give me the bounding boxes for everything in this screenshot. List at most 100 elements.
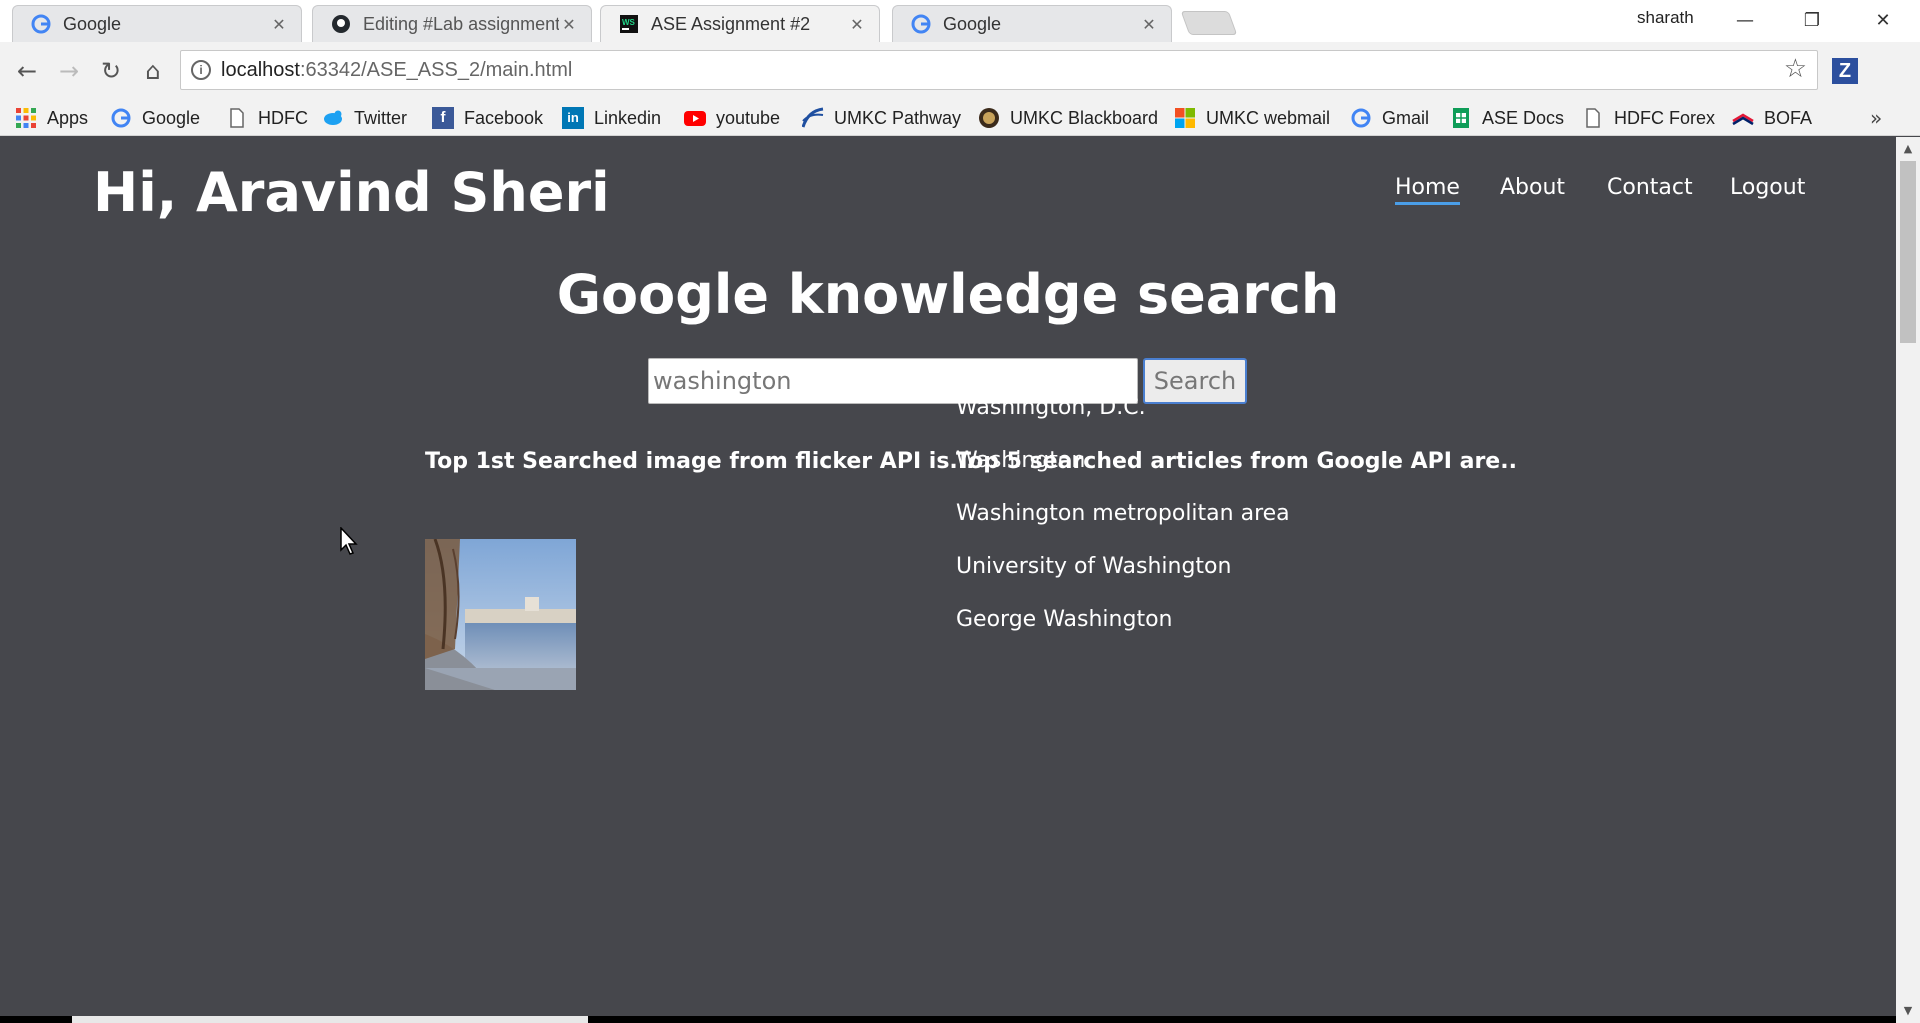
nav-logout[interactable]: Logout — [1730, 175, 1805, 200]
tab-title: Google — [63, 13, 122, 34]
url-path: :63342/ASE_ASS_2/main.html — [299, 59, 573, 81]
bookmarks-bar: Apps Google HDFC Twitter f Facebook in L… — [0, 100, 1920, 136]
bookmark-label: HDFC Forex — [1614, 107, 1716, 128]
bookmark-label: Twitter — [354, 107, 408, 128]
bookmark-umkc-pathway[interactable]: UMKC Pathway — [802, 100, 961, 136]
more-bookmarks-icon[interactable]: » — [1870, 106, 1882, 130]
bookmark-hdfc-forex[interactable]: HDFC Forex — [1582, 100, 1715, 136]
article-item[interactable]: Washington metropolitan area — [956, 501, 1290, 526]
google-icon — [31, 14, 51, 34]
tab-github-editing[interactable]: Editing #Lab assignment ✕ — [312, 5, 592, 42]
bofa-icon — [1732, 113, 1754, 126]
bookmark-label: ASE Docs — [1482, 107, 1565, 128]
forward-arrow-icon[interactable]: → — [52, 54, 86, 88]
page-icon — [1586, 108, 1600, 128]
bookmark-facebook[interactable]: f Facebook — [432, 100, 543, 136]
tab-title: ASE Assignment #2 — [651, 13, 811, 34]
article-item[interactable]: George Washington — [956, 607, 1172, 632]
page-icon — [230, 108, 244, 128]
bottom-bar — [0, 1016, 1896, 1023]
webstorm-icon: WS — [620, 15, 638, 33]
bookmark-label: UMKC webmail — [1206, 107, 1331, 128]
restore-icon[interactable]: ❐ — [1787, 6, 1837, 36]
bookmark-bofa[interactable]: BOFA — [1732, 100, 1812, 136]
article-item[interactable]: Washington — [956, 448, 1085, 473]
sheets-icon — [1453, 108, 1469, 128]
google-icon — [911, 14, 931, 34]
page-heading: Google knowledge search — [556, 263, 1340, 326]
bookmark-label: Linkedin — [594, 107, 662, 128]
bookmark-label: youtube — [716, 107, 781, 128]
close-icon[interactable]: ✕ — [847, 15, 867, 34]
page-content: Hi, Aravind Sheri Home About Contact Log… — [0, 137, 1896, 1023]
browser-tab-strip: Google ✕ Editing #Lab assignment ✕ WS AS… — [0, 0, 1920, 42]
bookmark-ase-docs[interactable]: ASE Docs — [1450, 100, 1564, 136]
linkedin-icon: in — [562, 107, 584, 129]
bookmark-label: Gmail — [1382, 107, 1430, 128]
bookmark-label: BOFA — [1764, 107, 1813, 128]
tab-title: Google — [943, 13, 1002, 34]
article-item[interactable]: University of Washington — [956, 554, 1231, 579]
close-icon[interactable]: ✕ — [269, 15, 289, 34]
bookmark-label: HDFC — [258, 107, 308, 128]
article-item[interactable]: Washington, D.C. — [956, 395, 1146, 420]
bookmark-star-icon[interactable]: ☆ — [1784, 54, 1807, 84]
greeting-title: Hi, Aravind Sheri — [93, 161, 610, 224]
bookmark-google[interactable]: Google — [110, 100, 200, 136]
youtube-icon — [684, 111, 706, 126]
bookmark-gmail[interactable]: Gmail — [1350, 100, 1429, 136]
facebook-icon: f — [432, 107, 454, 129]
tab-google-2[interactable]: Google ✕ — [892, 5, 1172, 42]
bookmark-label: Google — [142, 107, 201, 128]
reload-icon[interactable]: ↻ — [94, 54, 128, 88]
info-icon[interactable]: i — [191, 60, 211, 80]
url-host: localhost — [221, 59, 300, 81]
vertical-scrollbar[interactable]: ▲ ▼ — [1896, 137, 1920, 1023]
back-arrow-icon[interactable]: ← — [10, 54, 44, 88]
svg-text:WS: WS — [622, 18, 636, 27]
browser-toolbar: ← → ↻ ⌂ i localhost:63342/ASE_ASS_2/main… — [0, 42, 1920, 100]
nav-home[interactable]: Home — [1395, 175, 1460, 205]
tab-title: Editing #Lab assignment — [363, 13, 559, 34]
google-icon — [1351, 108, 1371, 128]
image-column-title: Top 1st Searched image from flicker API … — [425, 449, 975, 474]
bookmark-label: UMKC Pathway — [834, 107, 962, 128]
microsoft-icon — [1175, 108, 1195, 128]
mouse-cursor-icon — [340, 527, 358, 555]
bookmark-hdfc[interactable]: HDFC — [226, 100, 308, 136]
tab-ase-assignment[interactable]: WS ASE Assignment #2 ✕ — [600, 5, 880, 42]
bookmark-youtube[interactable]: youtube — [684, 100, 780, 136]
bookmark-apps[interactable]: Apps — [15, 100, 88, 136]
tab-google-1[interactable]: Google ✕ — [12, 5, 302, 42]
nav-contact[interactable]: Contact — [1607, 175, 1693, 200]
scrollbar-thumb[interactable] — [1900, 161, 1916, 343]
bookmark-umkc-webmail[interactable]: UMKC webmail — [1174, 100, 1330, 136]
zotero-extension-icon[interactable]: Z — [1832, 58, 1858, 84]
flickr-result-image[interactable] — [425, 539, 576, 690]
bookmark-label: Apps — [47, 107, 89, 128]
bookmark-umkc-blackboard[interactable]: UMKC Blackboard — [978, 100, 1158, 136]
github-icon — [332, 15, 350, 33]
home-icon[interactable]: ⌂ — [136, 54, 170, 88]
close-icon[interactable]: ✕ — [1139, 15, 1159, 34]
apps-grid-icon — [16, 108, 36, 128]
umkc-blackboard-icon — [979, 108, 999, 128]
nav-about[interactable]: About — [1500, 175, 1565, 200]
scroll-down-icon[interactable]: ▼ — [1896, 1001, 1920, 1021]
bookmark-twitter[interactable]: Twitter — [322, 100, 407, 136]
scroll-up-icon[interactable]: ▲ — [1896, 139, 1920, 159]
address-bar[interactable]: i localhost:63342/ASE_ASS_2/main.html ☆ — [180, 50, 1818, 90]
bookmark-linkedin[interactable]: in Linkedin — [562, 100, 661, 136]
bookmark-label: Facebook — [464, 107, 544, 128]
close-window-icon[interactable]: ✕ — [1858, 6, 1908, 36]
umkc-pathway-icon — [802, 107, 824, 128]
bookmark-label: UMKC Blackboard — [1010, 107, 1159, 128]
minimize-icon[interactable]: — — [1720, 6, 1770, 36]
new-tab-button[interactable] — [1180, 11, 1238, 35]
profile-name[interactable]: sharath — [1637, 8, 1694, 28]
close-icon[interactable]: ✕ — [559, 15, 579, 34]
google-icon — [111, 108, 131, 128]
search-button[interactable]: Search — [1143, 358, 1247, 404]
url-text[interactable]: localhost:63342/ASE_ASS_2/main.html — [221, 59, 572, 82]
twitter-icon — [324, 110, 342, 125]
